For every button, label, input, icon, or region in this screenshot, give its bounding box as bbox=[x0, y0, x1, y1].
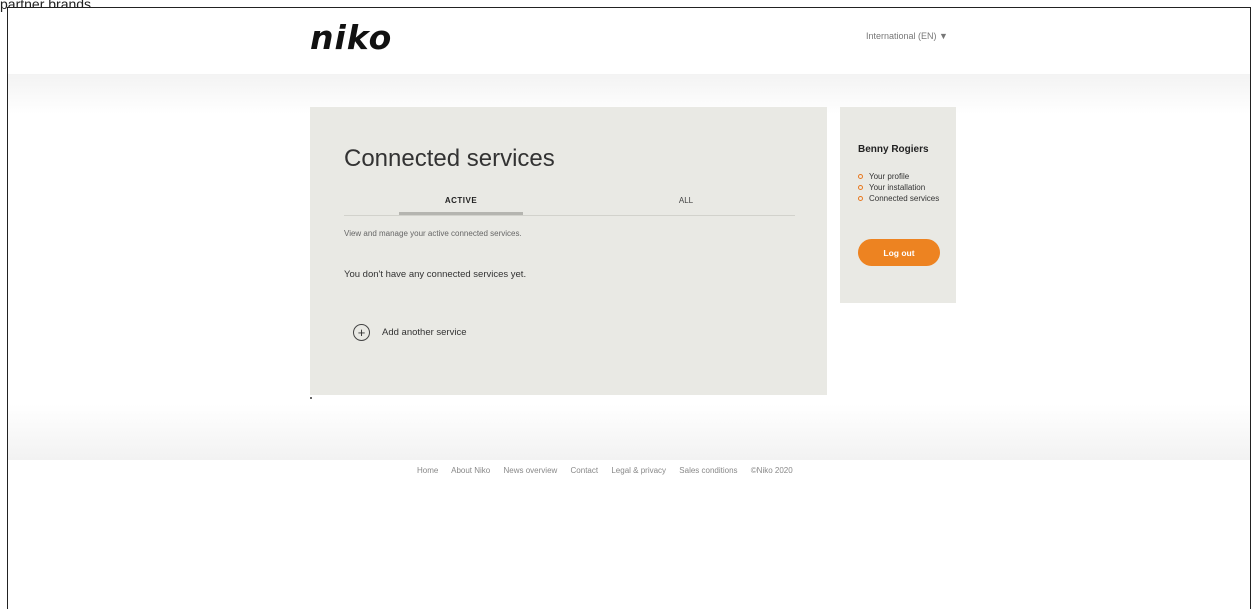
footer-link-legal[interactable]: Legal & privacy bbox=[611, 466, 666, 475]
add-service-label: Add another service bbox=[382, 326, 467, 338]
sidebar-item-label: Your installation bbox=[869, 183, 926, 192]
add-service-button[interactable]: + Add another service bbox=[353, 322, 467, 342]
page-title: Connected services bbox=[344, 145, 555, 172]
footer-link-home[interactable]: Home bbox=[417, 466, 438, 475]
footer-link-sales[interactable]: Sales conditions bbox=[679, 466, 737, 475]
browser-frame: niko International (EN) ▼ Connected serv… bbox=[7, 7, 1251, 609]
sidebar-item-installation[interactable]: Your installation bbox=[858, 182, 953, 193]
plus-circle-icon: + bbox=[353, 323, 370, 341]
empty-state-message: You don't have any connected services ye… bbox=[344, 269, 527, 280]
divider-dot bbox=[310, 397, 312, 399]
language-selector[interactable]: International (EN) ▼ bbox=[866, 31, 948, 41]
footer-link-news[interactable]: News overview bbox=[504, 466, 558, 475]
service-tabs: ACTIVE ALL bbox=[344, 194, 795, 216]
copyright-text: ©Niko 2020 bbox=[750, 466, 793, 475]
user-name: Benny Rogiers bbox=[858, 144, 929, 155]
logout-button[interactable]: Log out bbox=[858, 239, 940, 266]
footer-link-contact[interactable]: Contact bbox=[571, 466, 599, 475]
active-tab-indicator bbox=[399, 212, 523, 215]
connected-services-panel: Connected services ACTIVE ALL View and m… bbox=[310, 107, 827, 395]
bullet-icon bbox=[858, 174, 863, 179]
sidebar-item-profile[interactable]: Your profile bbox=[858, 171, 953, 182]
sidebar-item-label: Your profile bbox=[869, 172, 910, 181]
footer-link-about[interactable]: About Niko bbox=[451, 466, 490, 475]
account-sidebar: Benny Rogiers Your profile Your installa… bbox=[840, 107, 956, 303]
bullet-icon bbox=[858, 196, 863, 201]
tab-active[interactable]: ACTIVE bbox=[399, 194, 523, 214]
niko-logo[interactable]: niko bbox=[310, 18, 392, 57]
bullet-icon bbox=[858, 185, 863, 190]
sidebar-item-label: Connected services bbox=[869, 194, 940, 203]
footer-links: Home About Niko News overview Contact Le… bbox=[417, 466, 793, 475]
intro-text: View and manage your active connected se… bbox=[344, 229, 522, 238]
site-header: niko International (EN) ▼ bbox=[8, 8, 1250, 74]
sidebar-item-connected-services[interactable]: Connected services bbox=[858, 193, 953, 204]
account-nav: Your profile Your installation Connected… bbox=[858, 171, 953, 204]
tab-all[interactable]: ALL bbox=[624, 194, 748, 214]
